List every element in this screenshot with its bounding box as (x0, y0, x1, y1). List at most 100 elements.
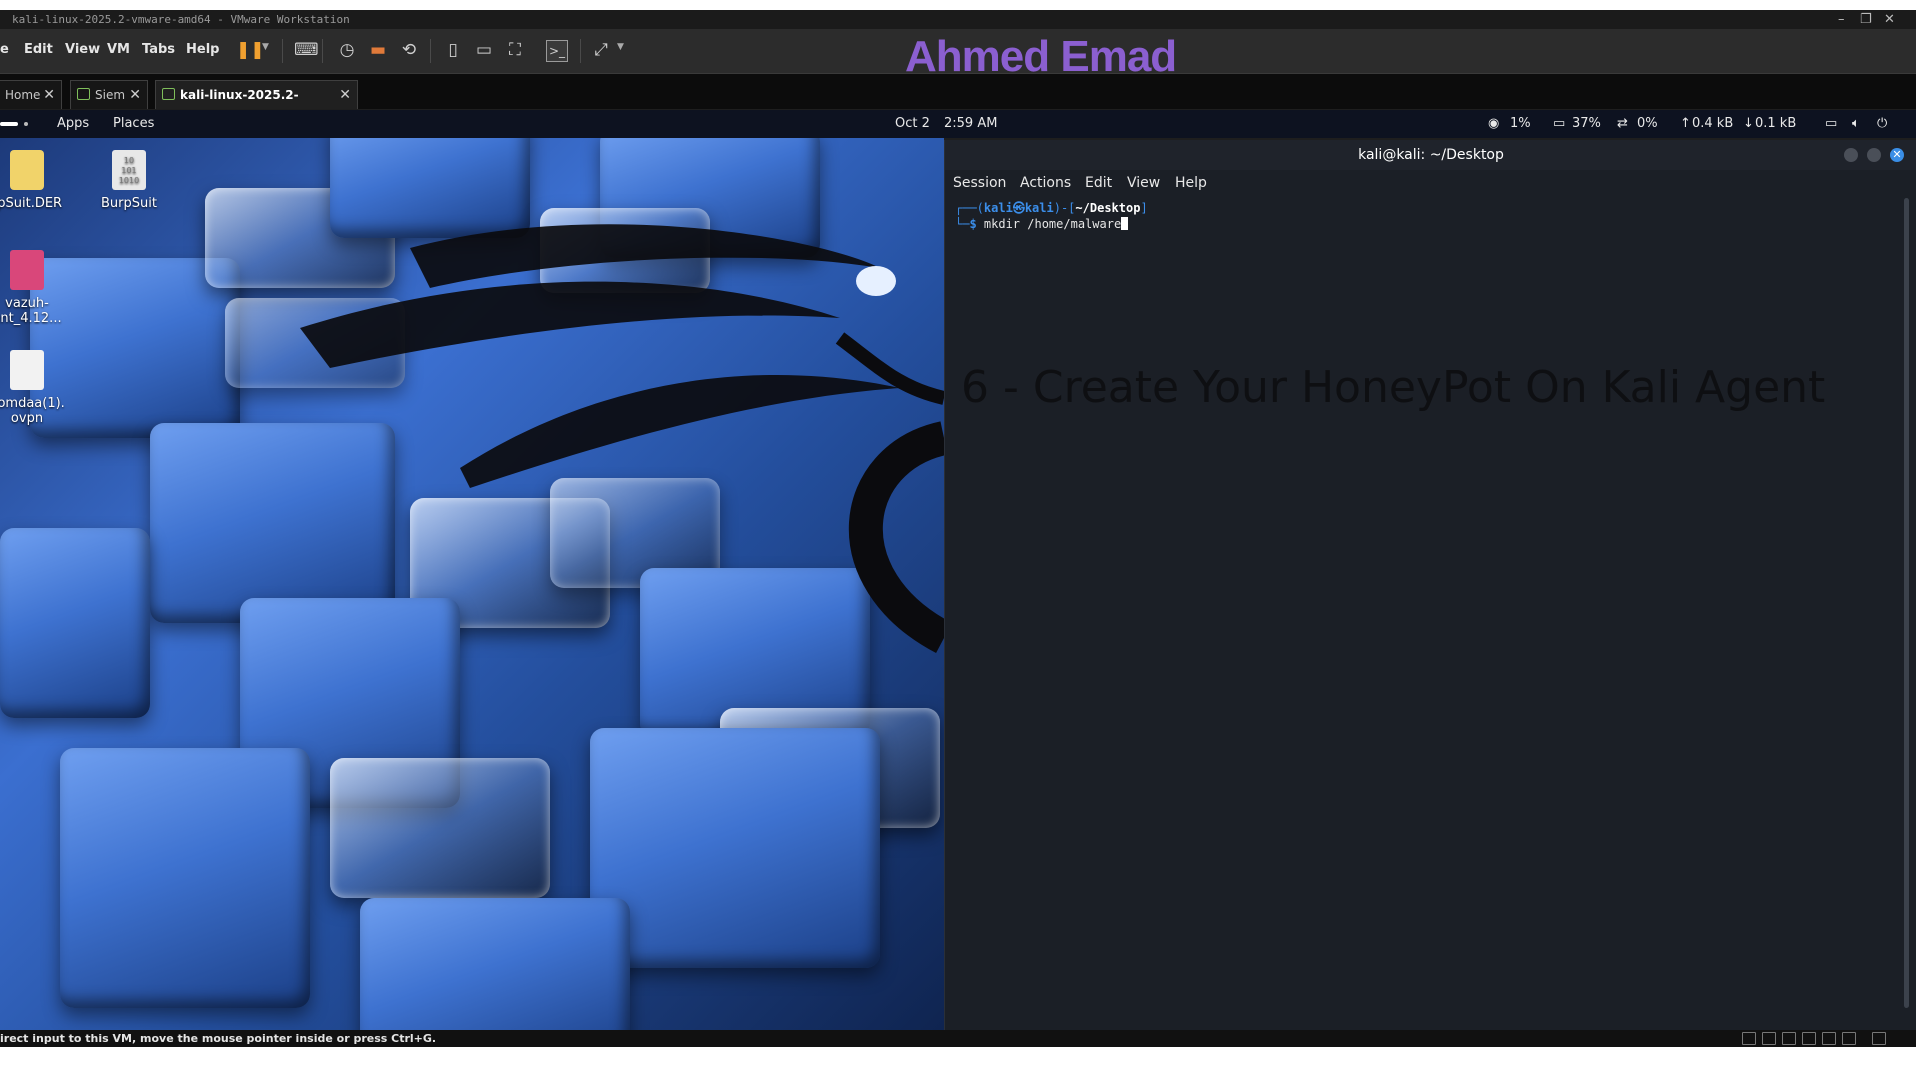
panel-date[interactable]: Oct 2 (895, 110, 930, 138)
minimize-button[interactable] (1844, 148, 1858, 162)
package-icon (10, 250, 44, 290)
display-icon[interactable] (1842, 1032, 1856, 1045)
window-titlebar: kali-linux-2025.2-vmware-amd64 - VMware … (0, 10, 1916, 29)
vm-tab-bar: Home ✕ Siem ✕ kali-linux-2025.2-vmware..… (0, 74, 1916, 130)
memory-icon: ▭ (1553, 116, 1566, 131)
full-screen-icon[interactable]: ⛶ (505, 40, 525, 60)
toolbar-divider (322, 39, 323, 63)
hard-disk-icon[interactable] (1742, 1032, 1756, 1045)
desktop-icon-burpsuit-der[interactable]: rpSuit.DER (0, 150, 72, 211)
send-ctrl-alt-del-icon[interactable]: ⌨ (294, 40, 319, 60)
power-icon[interactable]: ⏻ (1877, 110, 1887, 138)
workspace-indicator-active[interactable] (0, 122, 18, 126)
desktop-icon-label: rpSuit.DER (0, 196, 63, 211)
network-icon[interactable] (1762, 1032, 1776, 1045)
usb-icon[interactable] (1802, 1032, 1816, 1045)
workspace-indicator[interactable] (24, 122, 28, 126)
menu-edit[interactable]: Edit (24, 42, 53, 57)
close-button[interactable]: ✕ (1884, 10, 1895, 29)
menu-vm[interactable]: VM (107, 42, 130, 57)
close-icon[interactable]: ✕ (339, 81, 351, 109)
stretch-guest-icon[interactable]: ⤢ (591, 40, 611, 60)
close-button[interactable]: ✕ (1890, 148, 1904, 162)
menu-actions[interactable]: Actions (1020, 175, 1071, 191)
tutorial-caption: 6 - Create Your HoneyPot On Kali Agent (961, 362, 1826, 413)
cpu-icon: ◉ (1488, 116, 1500, 131)
console-view-icon[interactable]: >_ (546, 40, 568, 62)
text-cursor (1121, 217, 1129, 230)
terminal-output[interactable]: ┌──(kali㉿kali)-[~/Desktop] └─$ mkdir /ho… (955, 200, 1148, 232)
volume-icon[interactable]: 🔈︎ (1852, 110, 1860, 138)
library-view-icon[interactable]: ▯ (443, 40, 463, 60)
certificate-icon (10, 150, 44, 190)
toolbar-divider (430, 39, 431, 63)
maximize-button[interactable]: ❐ (1860, 10, 1872, 29)
terminal-scrollbar[interactable] (1904, 198, 1909, 1008)
desktop-icon-wazuh-agent[interactable]: vazuh- ent_4.12... (0, 250, 72, 326)
desktop-icon-label: ent_4.12... (0, 311, 62, 326)
terminal-titlebar[interactable]: kali@kali: ~/Desktop ✕ (945, 140, 1916, 170)
menu-edit[interactable]: Edit (1085, 175, 1112, 191)
chevron-down-icon[interactable]: ▼ (617, 42, 624, 52)
tab-siem[interactable]: Siem ✕ (70, 80, 148, 109)
menu-help[interactable]: Help (1175, 175, 1207, 191)
snapshot-icon[interactable]: ◷ (337, 40, 357, 60)
vm-icon (77, 88, 90, 100)
maximize-button[interactable] (1867, 148, 1881, 162)
tab-home[interactable]: Home ✕ (0, 80, 62, 109)
menu-session[interactable]: Session (953, 175, 1006, 191)
apps-menu[interactable]: Apps (57, 110, 89, 138)
printer-icon[interactable] (1822, 1032, 1836, 1045)
cpu-usage: 1% (1510, 116, 1531, 131)
desktop-icon-label: ovpn (10, 411, 44, 426)
kali-dragon-logo (300, 224, 944, 654)
menu-file[interactable]: e (0, 42, 9, 57)
terminal-window[interactable]: kali@kali: ~/Desktop ✕ Session Actions E… (944, 140, 1916, 1030)
upload-icon: ↑ (1680, 116, 1691, 131)
kali-top-panel: Apps Places Oct 2 2:59 AM ◉ 1% ▭ 37% ⇄ 0… (0, 110, 1916, 138)
kali-desktop[interactable]: rpSuit.DER 101011010 BurpSuit vazuh- ent… (0, 138, 944, 1030)
menu-help[interactable]: Help (186, 42, 219, 57)
chevron-down-icon[interactable]: ▼ (262, 42, 269, 52)
menu-view[interactable]: View (65, 42, 100, 57)
guest-display[interactable]: Apps Places Oct 2 2:59 AM ◉ 1% ▭ 37% ⇄ 0… (0, 110, 1916, 1030)
places-menu[interactable]: Places (113, 110, 154, 138)
message-icon[interactable] (1872, 1032, 1886, 1045)
close-icon[interactable]: ✕ (43, 81, 55, 109)
thumbnail-bar-icon[interactable]: ▭ (474, 40, 494, 60)
revert-snapshot-icon[interactable]: ▬ (368, 40, 388, 60)
prompt-line: ┌──(kali㉿kali)-[~/Desktop] (955, 201, 1148, 215)
command-line: └─$ mkdir /home/malware (955, 216, 1148, 232)
desktop-icon-label: BurpSuit (101, 196, 157, 211)
memory-usage: 37% (1572, 116, 1601, 131)
binary-file-icon: 10 101 1010 (112, 150, 146, 190)
pause-icon[interactable]: ❚❚ (236, 40, 265, 60)
desktop-icon-label: vazuh- (5, 296, 49, 311)
vm-icon (162, 88, 175, 100)
window-title: kali-linux-2025.2-vmware-amd64 - VMware … (12, 13, 350, 26)
window-list-icon[interactable]: ▭ (1825, 110, 1837, 138)
minimize-button[interactable]: – (1838, 10, 1845, 29)
prompt-at: ㉿ (1012, 201, 1025, 215)
vmware-window: kali-linux-2025.2-vmware-amd64 - VMware … (0, 10, 1916, 1047)
panel-time[interactable]: 2:59 AM (944, 110, 997, 138)
swap-icon: ⇄ (1617, 116, 1628, 131)
upload-rate: 0.4 kB (1692, 116, 1734, 131)
vmware-status-bar: irect input to this VM, move the mouse p… (0, 1030, 1916, 1047)
tab-label: Siem (95, 88, 126, 102)
menu-tabs[interactable]: Tabs (142, 42, 175, 57)
status-message: irect input to this VM, move the mouse p… (0, 1032, 437, 1045)
command-text: mkdir /home/malware (983, 217, 1122, 231)
terminal-menubar: Session Actions Edit View Help (945, 170, 1916, 196)
tab-kali-linux[interactable]: kali-linux-2025.2-vmware... ✕ (155, 80, 358, 130)
menu-view[interactable]: View (1127, 175, 1160, 191)
prompt-user: kali (983, 201, 1013, 215)
desktop-icon-burpsuit[interactable]: 10 101 1010 BurpSuit (84, 150, 174, 211)
desktop-icon-label: 3omdaa(1). (0, 396, 65, 411)
download-rate: 0.1 kB (1755, 116, 1797, 131)
toolbar-divider (580, 39, 581, 63)
snapshot-manager-icon[interactable]: ⟲ (399, 40, 419, 60)
sound-icon[interactable] (1782, 1032, 1796, 1045)
desktop-icon-ovpn[interactable]: 3omdaa(1). ovpn (0, 350, 72, 426)
close-icon[interactable]: ✕ (129, 81, 141, 109)
